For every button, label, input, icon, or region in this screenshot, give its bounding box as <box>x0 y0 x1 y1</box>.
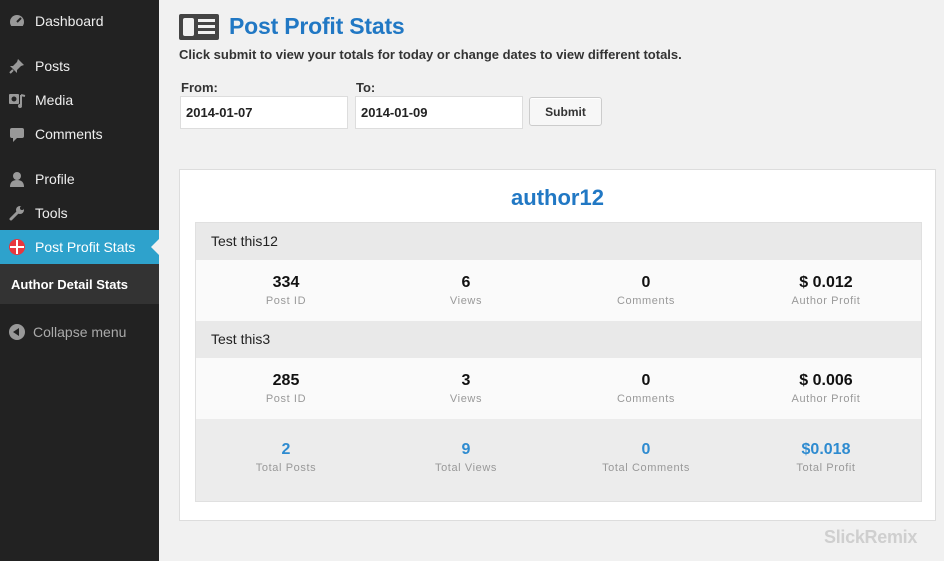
author-profit-value: $ 0.006 <box>799 372 853 389</box>
sidebar-item-label: Dashboard <box>35 13 104 29</box>
sidebar-submenu: Author Detail Stats <box>0 264 159 304</box>
comments-stat: 0 Comments <box>556 260 736 307</box>
sidebar-item-tools[interactable]: Tools <box>0 196 159 230</box>
author-profit-stat: $ 0.006 Author Profit <box>736 358 916 405</box>
from-label: From: <box>181 80 218 95</box>
wrench-icon <box>8 204 26 222</box>
views-label: Views <box>449 393 483 405</box>
comments-stat: 0 Comments <box>556 358 736 405</box>
post-id-stat: 285 Post ID <box>196 358 376 405</box>
page-header: Post Profit Stats <box>179 13 405 40</box>
plugin-icon <box>8 238 26 256</box>
to-date-input[interactable]: 2014-01-09 <box>355 96 523 129</box>
sidebar-item-label: Comments <box>35 126 103 142</box>
total-comments-stat: 0 Total Comments <box>556 419 736 474</box>
collapse-arrow-icon <box>9 324 25 340</box>
author-profit-label: Author Profit <box>791 393 861 405</box>
watermark: SlickRemix <box>824 527 918 547</box>
total-comments-value: 0 <box>641 441 651 458</box>
collapse-menu-label: Collapse menu <box>33 324 127 340</box>
author-profit-stat: $ 0.012 Author Profit <box>736 260 916 307</box>
sidebar-item-media[interactable]: Media <box>0 83 159 117</box>
submit-button[interactable]: Submit <box>529 97 602 126</box>
author-name: author12 <box>511 185 604 210</box>
post-stats-row: 334 Post ID 6 Views 0 Comments $ 0.012 A… <box>196 260 921 321</box>
post-id-stat: 334 Post ID <box>196 260 376 307</box>
views-stat: 3 Views <box>376 358 556 405</box>
sidebar-item-label: Posts <box>35 58 71 74</box>
post-id-label: Post ID <box>265 393 307 405</box>
sidebar-item-posts[interactable]: Posts <box>0 49 159 83</box>
post-title: Test this3 <box>196 321 921 358</box>
dashboard-icon <box>8 12 26 30</box>
sidebar-item-profile[interactable]: Profile <box>0 162 159 196</box>
total-views-value: 9 <box>461 441 471 458</box>
sidebar-item-comments[interactable]: Comments <box>0 117 159 151</box>
totals-row: 2 Total Posts 9 Total Views 0 Total Comm… <box>196 419 921 501</box>
total-profit-stat: $0.018 Total Profit <box>736 419 916 474</box>
sidebar-item-label: Profile <box>35 171 75 187</box>
total-profit-label: Total Profit <box>796 462 856 474</box>
sidebar-item-label: Post Profit Stats <box>35 239 136 255</box>
profile-card-icon <box>179 13 219 40</box>
views-value: 3 <box>461 372 471 389</box>
page-subtitle: Click submit to view your totals for tod… <box>179 47 682 62</box>
sidebar-item-post-profit-stats[interactable]: Post Profit Stats <box>0 230 159 264</box>
post-id-value: 334 <box>272 274 300 291</box>
sidebar-item-label: Tools <box>35 205 68 221</box>
user-icon <box>8 170 26 188</box>
post-title: Test this12 <box>196 223 921 260</box>
total-profit-value: $0.018 <box>801 441 851 458</box>
admin-sidebar: Dashboard Posts Media Comments Profile T… <box>0 0 159 561</box>
from-date-input[interactable]: 2014-01-07 <box>180 96 348 129</box>
author-profit-value: $ 0.012 <box>799 274 853 291</box>
author-stats-table: Test this12 334 Post ID 6 Views 0 Commen… <box>195 222 922 502</box>
author-stats-card: author12 Test this12 334 Post ID 6 Views… <box>179 169 936 521</box>
total-posts-label: Total Posts <box>255 462 317 474</box>
post-stats-row: 285 Post ID 3 Views 0 Comments $ 0.006 A… <box>196 358 921 419</box>
sidebar-item-dashboard[interactable]: Dashboard <box>0 4 159 38</box>
post-id-label: Post ID <box>265 295 307 307</box>
comments-label: Comments <box>617 393 675 405</box>
comment-icon <box>8 125 26 143</box>
total-posts-stat: 2 Total Posts <box>196 419 376 474</box>
to-label: To: <box>356 80 376 95</box>
comments-value: 0 <box>641 372 651 389</box>
total-views-stat: 9 Total Views <box>376 419 556 474</box>
comments-value: 0 <box>641 274 651 291</box>
total-comments-label: Total Comments <box>602 462 690 474</box>
views-value: 6 <box>461 274 471 291</box>
pin-icon <box>8 57 26 75</box>
collapse-menu-button[interactable]: Collapse menu <box>0 318 159 346</box>
sidebar-item-label: Media <box>35 92 74 108</box>
total-views-label: Total Views <box>434 462 498 474</box>
media-icon <box>8 91 26 109</box>
page-title: Post Profit Stats <box>229 13 405 39</box>
views-stat: 6 Views <box>376 260 556 307</box>
total-posts-value: 2 <box>281 441 291 458</box>
post-id-value: 285 <box>272 372 300 389</box>
author-profit-label: Author Profit <box>791 295 861 307</box>
comments-label: Comments <box>617 295 675 307</box>
views-label: Views <box>449 295 483 307</box>
submenu-item-author-detail-stats[interactable]: Author Detail Stats <box>11 277 128 292</box>
